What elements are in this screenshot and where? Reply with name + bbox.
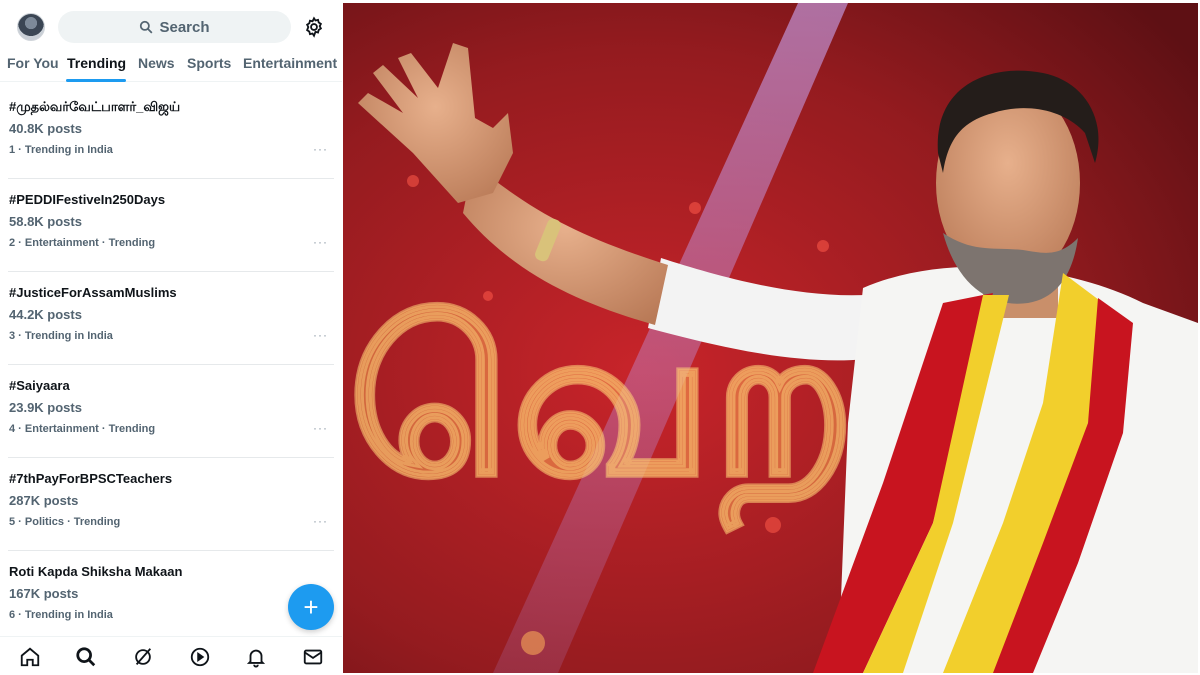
bottom-nav xyxy=(0,636,342,675)
more-icon[interactable]: ··· xyxy=(313,142,328,156)
tab-entertainment[interactable]: Entertainment xyxy=(243,55,337,71)
gear-icon[interactable] xyxy=(303,16,325,38)
top-bar: Search xyxy=(0,0,342,52)
search-icon[interactable] xyxy=(75,646,97,668)
trend-meta: 2 · Entertainment · Trending xyxy=(9,237,156,249)
active-tab-indicator xyxy=(66,79,126,82)
photo-illustration: வெற்றி xyxy=(343,3,1198,673)
news-photo: வெற்றி xyxy=(343,3,1198,673)
trend-name: #JusticeForAssamMuslims xyxy=(9,285,177,300)
tab-news[interactable]: News xyxy=(138,55,175,71)
trend-name: Roti Kapda Shiksha Makaan xyxy=(9,564,183,579)
compose-post-button[interactable]: + xyxy=(288,584,334,630)
trend-item[interactable]: #Saiyaara 23.9K posts 4 · Entertainment … xyxy=(0,365,342,458)
trend-post-count: 44.2K posts xyxy=(9,307,82,322)
trend-post-count: 23.9K posts xyxy=(9,400,82,415)
trend-name: #Saiyaara xyxy=(9,378,70,393)
grok-icon[interactable] xyxy=(132,646,154,668)
tab-trending[interactable]: Trending xyxy=(67,55,126,71)
more-icon[interactable]: ··· xyxy=(313,421,328,435)
video-icon[interactable] xyxy=(189,646,211,668)
tab-sports[interactable]: Sports xyxy=(187,55,231,71)
trend-meta: 5 · Politics · Trending xyxy=(9,516,121,528)
trend-item[interactable]: #முதல்வர்வேட்பாளர்_விஜய் 40.8K posts 1 ·… xyxy=(0,86,342,179)
trend-name: #முதல்வர்வேட்பாளர்_விஜய் xyxy=(9,99,181,114)
trend-list: #முதல்வர்வேட்பாளர்_விஜய் 40.8K posts 1 ·… xyxy=(0,86,342,644)
trend-post-count: 58.8K posts xyxy=(9,214,82,229)
trend-meta: 4 · Entertainment · Trending xyxy=(9,423,156,435)
trend-post-count: 40.8K posts xyxy=(9,121,82,136)
notifications-icon[interactable] xyxy=(245,646,267,668)
more-icon[interactable]: ··· xyxy=(313,235,328,249)
trend-name: #PEDDIFestiveIn250Days xyxy=(9,192,166,207)
more-icon[interactable]: ··· xyxy=(313,328,328,342)
trend-meta: 1 · Trending in India xyxy=(9,144,113,156)
tab-for-you[interactable]: For You xyxy=(7,55,59,71)
trend-post-count: 287K posts xyxy=(9,493,79,508)
trending-panel: Search For You Trending News Sports Ente… xyxy=(0,0,342,675)
tab-bar: For You Trending News Sports Entertainme… xyxy=(0,48,342,82)
trend-item[interactable]: #JusticeForAssamMuslims 44.2K posts 3 · … xyxy=(0,272,342,365)
search-bar[interactable]: Search xyxy=(58,11,291,43)
trend-post-count: 167K posts xyxy=(9,586,79,601)
more-icon[interactable]: ··· xyxy=(313,514,328,528)
search-label: Search xyxy=(159,18,210,36)
trend-name: #7thPayForBPSCTeachers xyxy=(9,471,173,486)
search-icon xyxy=(140,20,153,34)
trend-item[interactable]: #7thPayForBPSCTeachers 287K posts 5 · Po… xyxy=(0,458,342,551)
trend-meta: 6 · Trending in India xyxy=(9,609,113,621)
avatar[interactable] xyxy=(17,13,45,41)
plus-icon: + xyxy=(303,592,319,622)
trend-item[interactable]: #PEDDIFestiveIn250Days 58.8K posts 2 · E… xyxy=(0,179,342,272)
home-icon[interactable] xyxy=(19,646,41,668)
messages-icon[interactable] xyxy=(302,646,324,668)
trend-meta: 3 · Trending in India xyxy=(9,330,113,342)
